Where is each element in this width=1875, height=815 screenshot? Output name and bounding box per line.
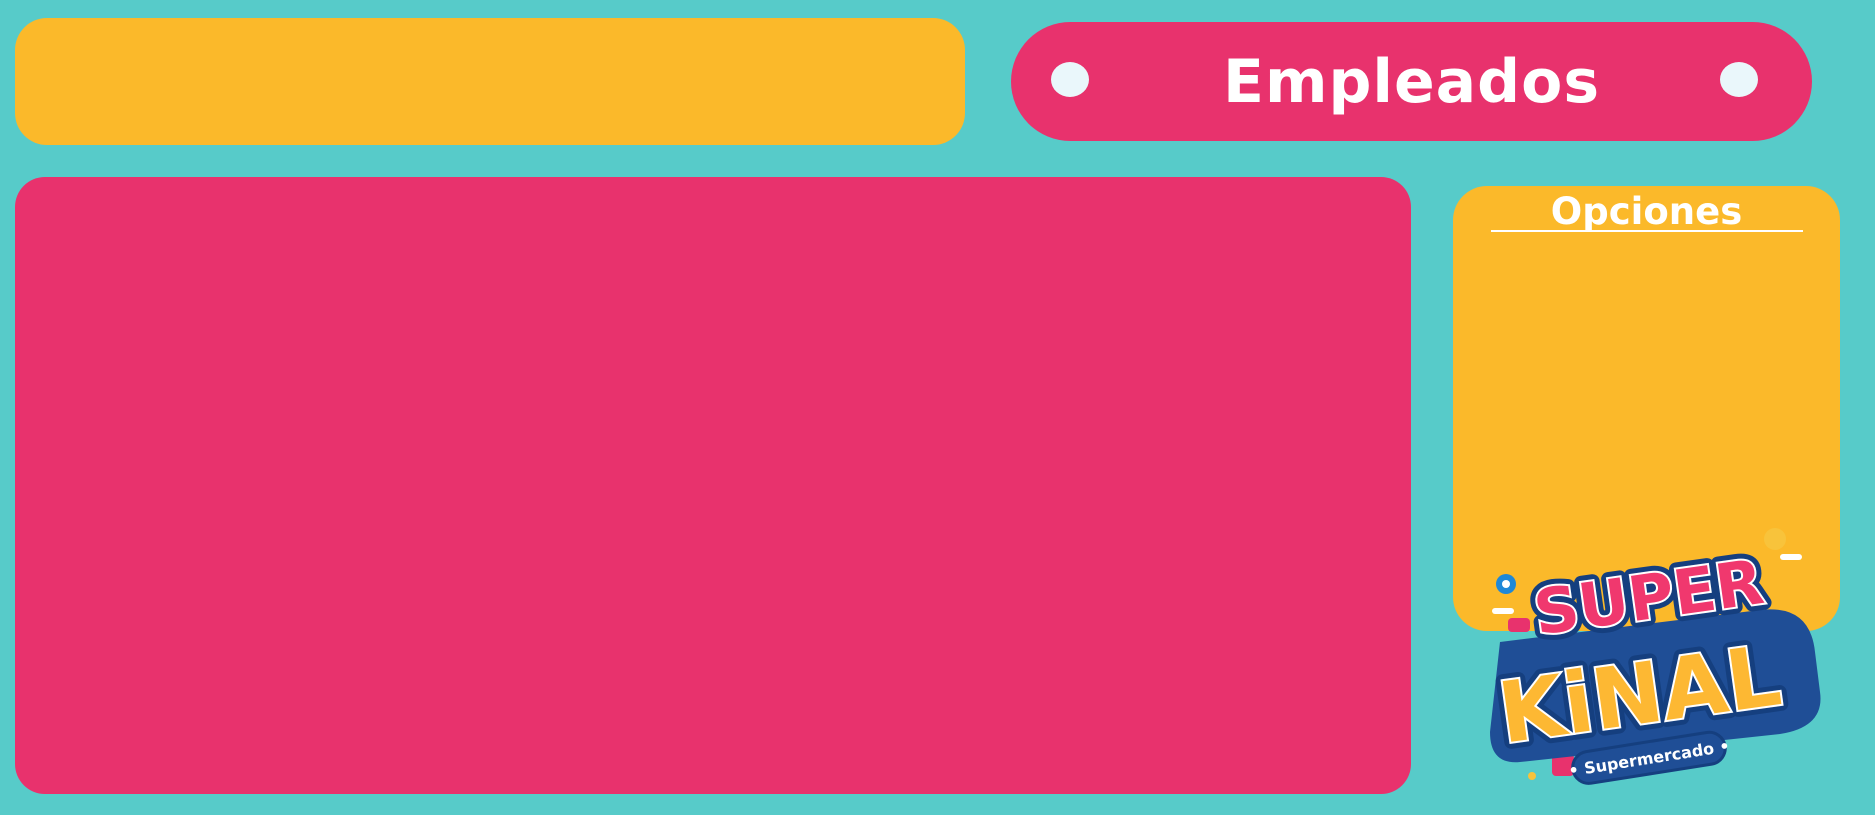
confetti-dash-white-left <box>1492 608 1514 614</box>
super-kinal-logo: SUPER SUPER KiNAL KiNAL • Supermercado • <box>1480 522 1840 792</box>
options-title-divider <box>1491 230 1803 232</box>
options-title: Opciones <box>1550 190 1743 233</box>
confetti-dot-yellow-bottom <box>1528 772 1536 780</box>
confetti-dot-blue-inner <box>1502 580 1510 588</box>
page-title: Empleados <box>1222 46 1601 117</box>
header-pill: Empleados <box>1011 22 1812 141</box>
confetti-block-pink <box>1508 618 1530 632</box>
confetti-dot-yellow <box>1764 528 1786 550</box>
header-dot-right <box>1720 62 1758 97</box>
main-content-panel <box>15 177 1411 794</box>
confetti-dash-white <box>1780 554 1802 560</box>
top-left-bar <box>15 18 965 145</box>
